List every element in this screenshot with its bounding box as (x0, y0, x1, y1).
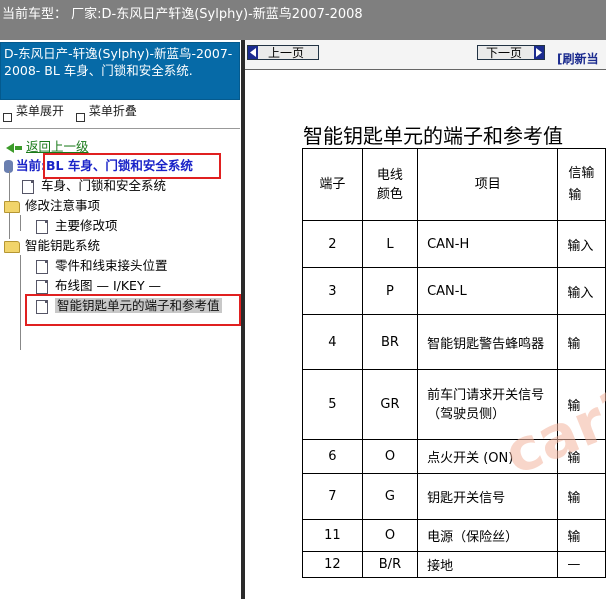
page-nav-bar: 上一页 下一页 [刷新当 (245, 40, 606, 70)
terminal-cell: 3 (302, 267, 363, 315)
item-cell: 智能钥匙警告蜂鸣器 (417, 314, 559, 370)
item-cell: 接地 (417, 551, 559, 578)
back-label: 返回上一级 (26, 139, 89, 154)
signal-cell: 输 (557, 439, 606, 474)
tree-folder[interactable]: 修改注意事项 (4, 197, 100, 215)
tree-folder[interactable]: 智能钥匙系统 (4, 237, 100, 255)
terminal-cell: 4 (302, 314, 363, 370)
square-icon: . (75, 113, 85, 122)
tree-item[interactable]: 零件和线束接头位置 (36, 257, 168, 275)
item-cell: 钥匙开关信号 (417, 473, 559, 520)
prev-page-label: 上一页 (268, 46, 305, 60)
signal-cell: — (557, 551, 606, 578)
square-icon: . (3, 113, 12, 122)
menu-expand-button[interactable]: . 菜单展开 (3, 104, 68, 122)
tree-item[interactable]: 车身、门锁和安全系统 (22, 177, 166, 195)
terminal-table: 端子 电线颜色 项目 信输输 2 L CAN-H 输入 3 P CAN-L 输入… (302, 148, 606, 578)
current-prefix: 当前: (16, 158, 46, 173)
table-header-row: 端子 电线颜色 项目 信输输 (302, 148, 606, 221)
content-panel: 上一页 下一页 [刷新当 智能钥匙单元的端子和参考值 端子 电线颜色 项目 信输… (245, 40, 606, 599)
terminal-cell: 6 (302, 439, 363, 474)
menu-collapse-label: 菜单折叠 (88, 104, 137, 118)
document-icon (36, 279, 48, 294)
left-nav-panel: D-东风日产-轩逸(Sylphy)-新蓝鸟-2007-2008- BL 车身、门… (0, 40, 242, 599)
color-cell: G (361, 473, 419, 520)
tree-item[interactable]: 主要修改项 (36, 217, 118, 235)
tree-line (20, 255, 21, 350)
color-cell: P (361, 267, 419, 315)
signal-cell: 输 (557, 519, 606, 552)
back-arrow-icon (6, 142, 14, 153)
window-title: 当前车型： 厂家:D-东风日产轩逸(Sylphy)-新蓝鸟2007-2008 (2, 7, 363, 22)
document-icon (36, 219, 48, 234)
color-cell: O (361, 519, 419, 552)
table-row: 6 O 点火开关 (ON) 输 (302, 439, 606, 474)
color-cell: O (361, 439, 419, 474)
divider (245, 69, 606, 70)
title-bar: 当前车型： 厂家:D-东风日产轩逸(Sylphy)-新蓝鸟2007-2008 (0, 0, 606, 40)
terminal-cell: 2 (302, 220, 363, 268)
next-page-label: 下一页 (486, 46, 523, 60)
menu-collapse-button[interactable]: .菜单折叠 (75, 104, 141, 122)
table-row: 7 G 钥匙开关信号 输 (302, 473, 606, 520)
terminal-cell: 11 (302, 519, 363, 552)
table-row: 12 B/R 接地 — (302, 551, 606, 578)
item-cell: 前车门请求开关信号（驾驶员侧） (417, 369, 559, 440)
table-row: 3 P CAN-L 输入 (302, 267, 606, 315)
highlight-box (43, 153, 221, 179)
folder-open-icon (4, 240, 20, 253)
tree-item[interactable]: 布线图 — I/KEY — (36, 277, 161, 295)
tree-item-label: 车身、门锁和安全系统 (41, 178, 167, 193)
tree-folder-label: 智能钥匙系统 (25, 238, 101, 253)
table-row: 2 L CAN-H 输入 (302, 220, 606, 268)
arrow-left-icon (248, 46, 258, 59)
terminal-cell: 12 (302, 551, 363, 578)
table-row: 5 GR 前车门请求开关信号（驾驶员侧） 输 (302, 369, 606, 440)
left-panel-header: D-东风日产-轩逸(Sylphy)-新蓝鸟-2007-2008- BL 车身、门… (0, 42, 240, 100)
divider (0, 128, 240, 129)
item-cell: CAN-L (417, 267, 559, 315)
header-cell: 项目 (417, 148, 559, 221)
terminal-cell: 5 (302, 369, 363, 440)
tree-item-label: 主要修改项 (55, 218, 118, 233)
arrow-right-icon (534, 46, 544, 59)
color-cell: L (361, 220, 419, 268)
folder-icon (4, 200, 20, 213)
item-cell: 点火开关 (ON) (417, 439, 559, 474)
color-cell: GR (361, 369, 419, 440)
terminal-cell: 7 (302, 473, 363, 520)
table-row: 11 O 电源（保险丝） 输 (302, 519, 606, 552)
signal-cell: 输 (557, 369, 606, 440)
signal-cell: 输入 (557, 267, 606, 315)
signal-cell: 输入 (557, 220, 606, 268)
document-icon (36, 259, 48, 274)
menu-actions: .菜单展开 .菜单折叠 (3, 102, 145, 122)
next-page-button[interactable]: 下一页 (477, 45, 545, 60)
header-cell: 端子 (302, 148, 363, 221)
color-cell: BR (361, 314, 419, 370)
menu-expand-label: 菜单展开 (16, 104, 65, 118)
tree-item-label: 零件和线束接头位置 (55, 258, 168, 273)
item-cell: CAN-H (417, 220, 559, 268)
tree-folder-label: 修改注意事项 (25, 198, 101, 213)
refresh-link[interactable]: [刷新当 (557, 50, 599, 67)
document-title: 智能钥匙单元的端子和参考值 (303, 124, 563, 148)
header-cell: 电线颜色 (361, 148, 419, 221)
back-arrow-tail (15, 145, 22, 150)
table-row: 4 BR 智能钥匙警告蜂鸣器 输 (302, 314, 606, 370)
highlight-box (25, 294, 241, 326)
document-icon (22, 179, 34, 194)
signal-cell: 输 (557, 314, 606, 370)
item-cell: 电源（保险丝） (417, 519, 559, 552)
color-cell: B/R (361, 551, 419, 578)
header-cell: 信输输 (557, 148, 606, 221)
signal-cell: 输 (557, 473, 606, 520)
prev-page-button[interactable]: 上一页 (247, 45, 319, 60)
tree-item-label: 布线图 — I/KEY — (55, 278, 162, 293)
tree-line (20, 215, 21, 231)
